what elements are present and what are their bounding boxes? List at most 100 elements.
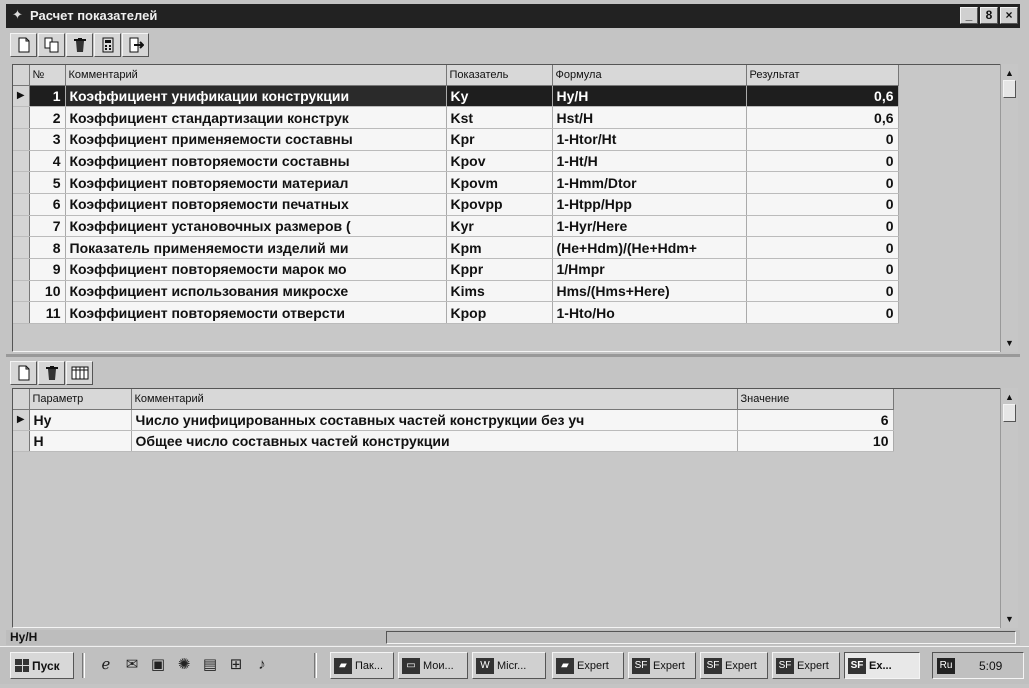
cell-result[interactable]: 0 — [746, 215, 899, 238]
cell-comment[interactable]: Коэффициент повторяемости материал — [65, 171, 447, 194]
cell-number[interactable]: 2 — [29, 106, 66, 129]
cell-result[interactable]: 0 — [746, 171, 899, 194]
mail-icon[interactable]: ▤ — [200, 656, 220, 674]
task-button-expert-1[interactable]: SF Expert — [628, 652, 696, 679]
indicator-row[interactable]: 4 Коэффициент повторяемости составны Kpov 1… — [13, 150, 899, 173]
column-header-number[interactable]: № — [29, 65, 66, 86]
cell-formula[interactable]: Hms/(Hms+Here) — [552, 280, 747, 303]
indicator-row[interactable]: ▶ 1 Коэффициент унификации конструкции Ky Hy… — [13, 85, 899, 108]
delete-parameter-button[interactable] — [38, 361, 65, 385]
cell-number[interactable]: 3 — [29, 128, 66, 151]
task-button-word[interactable]: W Micr... — [472, 652, 546, 679]
cell-comment[interactable]: Общее число составных частей конструкции — [131, 430, 738, 452]
cell-result[interactable]: 0 — [746, 236, 899, 259]
minimize-button[interactable]: _ — [960, 7, 978, 24]
cell-formula[interactable]: 1-Htpp/Hpp — [552, 193, 747, 216]
outlook-icon[interactable]: ✉ — [122, 656, 142, 674]
cell-indicator[interactable]: Kyr — [446, 215, 553, 238]
language-indicator[interactable]: Ru — [937, 658, 955, 674]
task-button-pak[interactable]: ▰ Пак... — [330, 652, 394, 679]
cell-formula[interactable]: 1/Hmpr — [552, 258, 747, 281]
cell-comment[interactable]: Коэффициент повторяемости марок мо — [65, 258, 447, 281]
cell-comment[interactable]: Коэффициент унификации конструкции — [65, 85, 447, 108]
cell-result[interactable]: 0 — [746, 128, 899, 151]
cell-comment[interactable]: Коэффициент повторяемости печатных — [65, 193, 447, 216]
column-header-comment[interactable]: Комментарий — [131, 389, 738, 410]
cell-comment[interactable]: Коэффициент повторяемости составны — [65, 150, 447, 173]
calculate-button[interactable] — [94, 33, 121, 57]
cell-number[interactable]: 7 — [29, 215, 66, 238]
cell-formula[interactable]: 1-Hmm/Dtor — [552, 171, 747, 194]
task-button-my-computer[interactable]: ▭ Мои... — [398, 652, 468, 679]
scroll-down-arrow-icon[interactable]: ▼ — [1003, 612, 1016, 626]
cell-formula[interactable]: (He+Hdm)/(He+Hdm+ — [552, 236, 747, 259]
cell-parameter[interactable]: H — [29, 430, 132, 452]
parameter-row[interactable]: ▶ Hy Число унифицированных составных часте… — [13, 409, 894, 431]
cell-comment[interactable]: Коэффициент применяемости составны — [65, 128, 447, 151]
desktop-icon[interactable]: ▣ — [148, 656, 168, 674]
indicator-row[interactable]: 7 Коэффициент установочных размеров (Kyr 1… — [13, 215, 899, 238]
cell-comment[interactable]: Коэффициент повторяемости отверсти — [65, 301, 447, 325]
cell-formula[interactable]: Hst/H — [552, 106, 747, 129]
cell-value[interactable]: 6 — [737, 409, 894, 431]
column-header-parameter[interactable]: Параметр — [29, 389, 132, 410]
panel-splitter[interactable] — [6, 354, 1020, 357]
indicator-row[interactable]: 10 Коэффициент использования микросхе Kims… — [13, 280, 899, 303]
indicator-row[interactable]: 8 Показатель применяемости изделий ми Kpm(… — [13, 236, 899, 259]
cell-parameter[interactable]: Hy — [29, 409, 132, 431]
cell-indicator[interactable]: Kims — [446, 280, 553, 303]
network-icon[interactable]: ⊞ — [226, 656, 246, 674]
column-header-indicator[interactable]: Показатель — [446, 65, 553, 86]
new-record-button[interactable] — [10, 33, 37, 57]
cell-number[interactable]: 8 — [29, 236, 66, 259]
cell-comment[interactable]: Число унифицированных составных частей к… — [131, 409, 738, 431]
indicators-scrollbar[interactable]: ▲ ▼ — [1000, 64, 1018, 352]
indicator-row[interactable]: 11 Коэффициент повторяемости отверсти Kpop… — [13, 301, 899, 325]
cell-number[interactable]: 5 — [29, 171, 66, 194]
cell-formula[interactable]: Hy/H — [552, 85, 747, 108]
task-button-expert-active[interactable]: SF Ex... — [844, 652, 920, 679]
scroll-up-arrow-icon[interactable]: ▲ — [1003, 390, 1016, 404]
cell-result[interactable]: 0 — [746, 301, 899, 325]
channels-icon[interactable]: ✺ — [174, 656, 194, 674]
new-parameter-button[interactable] — [10, 361, 37, 385]
cell-comment[interactable]: Коэффициент стандартизации конструк — [65, 106, 447, 129]
cell-indicator[interactable]: Kpr — [446, 128, 553, 151]
indicator-row[interactable]: 3 Коэффициент применяемости составны Kpr 1-… — [13, 128, 899, 151]
cell-result[interactable]: 0 — [746, 258, 899, 281]
task-button-expert-3[interactable]: SF Expert — [772, 652, 840, 679]
scroll-thumb[interactable] — [1003, 80, 1016, 98]
cell-comment[interactable]: Коэффициент использования микросхе — [65, 280, 447, 303]
copy-record-button[interactable] — [38, 33, 65, 57]
parameters-scrollbar[interactable]: ▲ ▼ — [1000, 388, 1018, 628]
indicator-row[interactable]: 5 Коэффициент повторяемости материал Kpovm… — [13, 171, 899, 194]
cell-indicator[interactable]: Ky — [446, 85, 553, 108]
cell-formula[interactable]: 1-Ht/H — [552, 150, 747, 173]
cell-number[interactable]: 6 — [29, 193, 66, 216]
column-header-value[interactable]: Значение — [737, 389, 894, 410]
maximize-button[interactable]: 8 — [980, 7, 998, 24]
parameter-row[interactable]: H Общее число составных частей конструкци… — [13, 430, 894, 452]
cell-result[interactable]: 0 — [746, 280, 899, 303]
cell-value[interactable]: 10 — [737, 430, 894, 452]
column-header-formula[interactable]: Формула — [552, 65, 747, 86]
column-header-comment[interactable]: Комментарий — [65, 65, 447, 86]
cell-comment[interactable]: Показатель применяемости изделий ми — [65, 236, 447, 259]
cell-number[interactable]: 10 — [29, 280, 66, 303]
cell-indicator[interactable]: Kpovpp — [446, 193, 553, 216]
delete-record-button[interactable] — [66, 33, 93, 57]
column-header-result[interactable]: Результат — [746, 65, 899, 86]
indicator-row[interactable]: 6 Коэффициент повторяемости печатных Kpovp… — [13, 193, 899, 216]
scroll-up-arrow-icon[interactable]: ▲ — [1003, 66, 1016, 80]
cell-number[interactable]: 9 — [29, 258, 66, 281]
task-button-expert-2[interactable]: SF Expert — [700, 652, 768, 679]
scroll-down-arrow-icon[interactable]: ▼ — [1003, 336, 1016, 350]
cell-result[interactable]: 0,6 — [746, 106, 899, 129]
cell-number[interactable]: 11 — [29, 301, 66, 325]
cell-indicator[interactable]: Kst — [446, 106, 553, 129]
cell-result[interactable]: 0 — [746, 193, 899, 216]
internet-explorer-icon[interactable]: ℯ — [96, 656, 116, 674]
media-icon[interactable]: ♪ — [252, 656, 272, 674]
cell-indicator[interactable]: Kpov — [446, 150, 553, 173]
cell-indicator[interactable]: Kpm — [446, 236, 553, 259]
